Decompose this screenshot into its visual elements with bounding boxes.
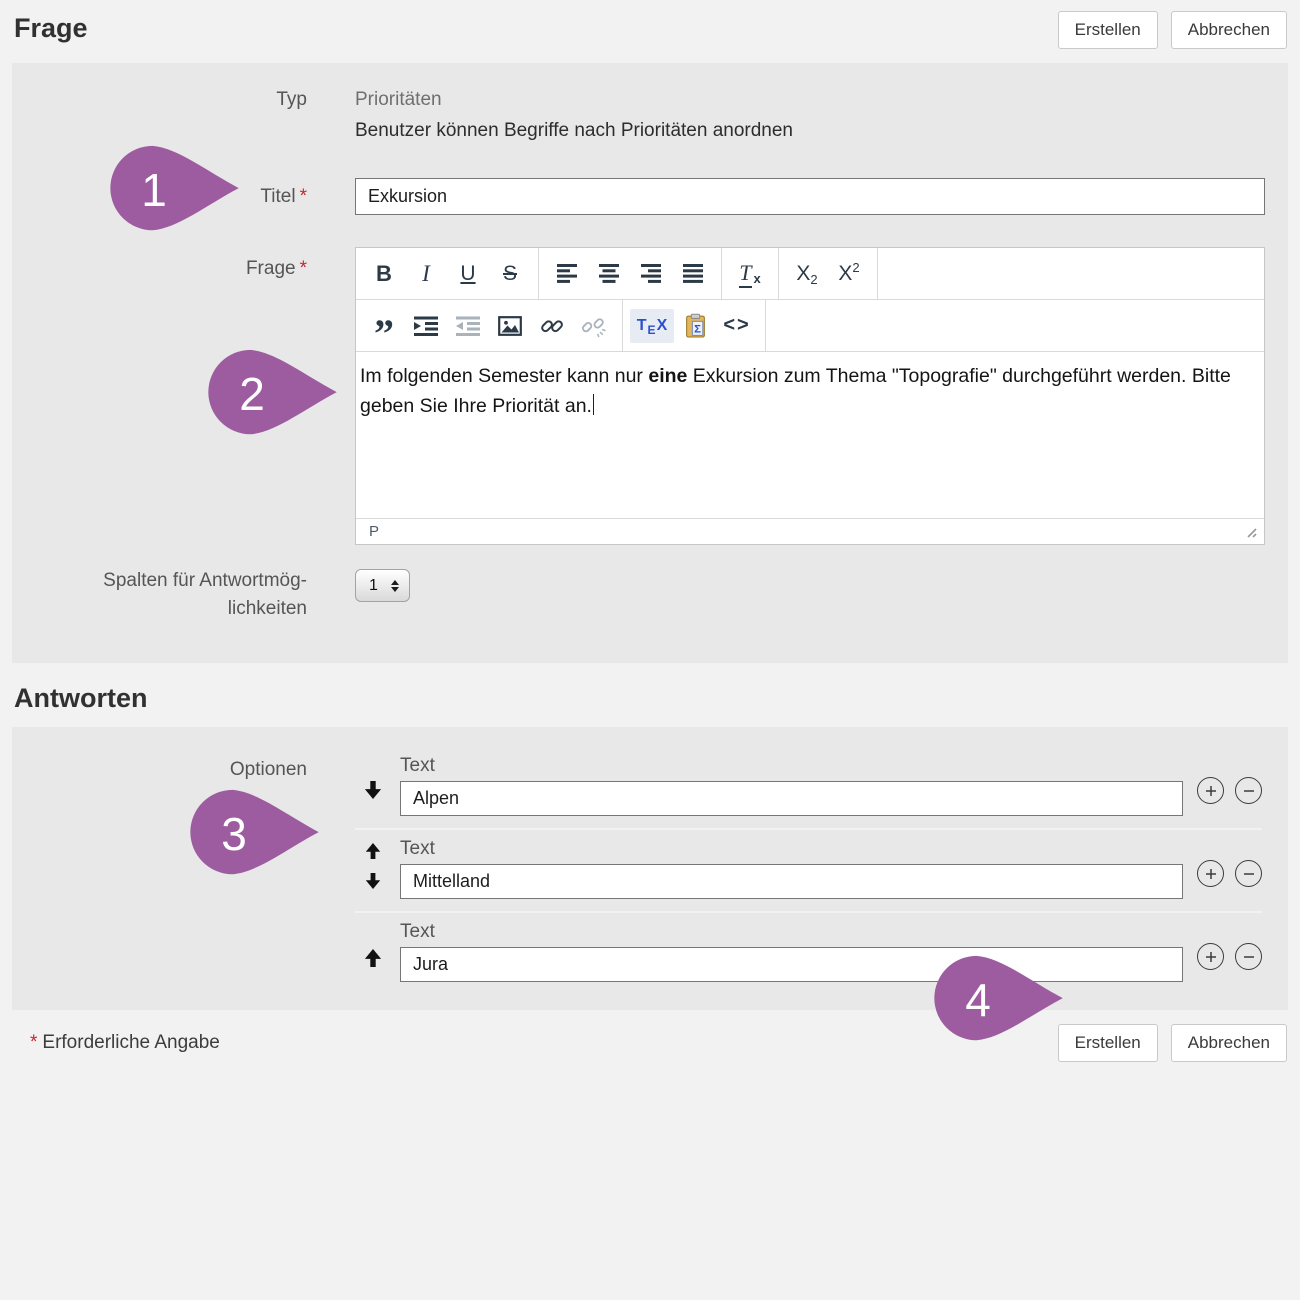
create-button-top[interactable]: Erstellen <box>1058 11 1158 49</box>
answers-panel: Optionen Text <box>12 727 1288 1010</box>
align-center-icon[interactable] <box>588 253 630 295</box>
text-cursor <box>593 394 595 415</box>
resize-handle-icon[interactable] <box>1244 525 1258 539</box>
cancel-button-top[interactable]: Abbrechen <box>1171 11 1287 49</box>
type-label: Typ <box>12 87 307 144</box>
required-asterisk: * <box>300 186 307 207</box>
required-note: *Erforderliche Angabe <box>30 1032 220 1054</box>
option-input-2[interactable] <box>400 864 1183 899</box>
question-form-panel: Typ Prioritäten Benutzer können Begriffe… <box>12 63 1288 663</box>
align-left-icon[interactable] <box>546 253 588 295</box>
remove-option-icon[interactable] <box>1235 777 1262 804</box>
footer-button-group: Erstellen Abbrechen <box>1058 1024 1287 1062</box>
columns-row: Spalten für Antwortmög- lichkeiten 1 <box>12 567 1288 623</box>
remove-option-icon[interactable] <box>1235 860 1262 887</box>
remove-format-icon[interactable]: Tx <box>729 253 771 295</box>
move-down-icon[interactable] <box>365 872 381 890</box>
select-spinner-icon <box>391 580 399 592</box>
bold-icon[interactable]: B <box>363 253 405 295</box>
create-button-bottom[interactable]: Erstellen <box>1058 1024 1158 1062</box>
subscript-icon[interactable]: X2 <box>786 253 828 295</box>
rich-text-editor: B I U S <box>355 247 1265 545</box>
indent-icon[interactable] <box>405 305 447 347</box>
paste-icon[interactable]: Σ <box>674 305 716 347</box>
page-title: Frage <box>14 13 88 44</box>
remove-option-icon[interactable] <box>1235 943 1262 970</box>
option-input-3[interactable] <box>400 947 1183 982</box>
columns-label: Spalten für Antwortmög- lichkeiten <box>12 567 307 623</box>
title-label: Titel* <box>12 184 307 210</box>
add-option-icon[interactable] <box>1197 777 1224 804</box>
question-text: Im folgenden Semester kann nur <box>360 365 648 387</box>
superscript-icon[interactable]: X2 <box>828 253 870 295</box>
editor-toolbar-row-1: B I U S <box>356 248 1264 300</box>
unlink-icon[interactable] <box>573 305 615 347</box>
move-up-icon[interactable] <box>365 842 381 860</box>
type-value: Prioritäten <box>355 87 1265 113</box>
required-asterisk: * <box>30 1032 37 1053</box>
italic-icon[interactable]: I <box>405 253 447 295</box>
outdent-icon[interactable] <box>447 305 489 347</box>
image-icon[interactable] <box>489 305 531 347</box>
add-option-icon[interactable] <box>1197 943 1224 970</box>
question-row: Frage* B I U S <box>12 247 1288 545</box>
columns-select[interactable]: 1 <box>355 569 410 602</box>
header-button-group: Erstellen Abbrechen <box>1058 11 1287 49</box>
type-row: Typ Prioritäten Benutzer können Begriffe… <box>12 87 1288 144</box>
move-up-icon[interactable] <box>364 948 382 968</box>
columns-select-value: 1 <box>369 577 378 595</box>
option-text-label: Text <box>400 921 1183 943</box>
underline-icon[interactable]: U <box>447 253 489 295</box>
blockquote-icon[interactable]: ” <box>363 305 405 347</box>
footer: *Erforderliche Angabe Erstellen Abbreche… <box>0 1010 1300 1062</box>
answers-title: Antworten <box>14 683 1286 714</box>
required-asterisk: * <box>300 258 307 279</box>
option-input-1[interactable] <box>400 781 1183 816</box>
tex-icon[interactable]: TEX <box>630 309 674 343</box>
option-text-label: Text <box>400 838 1183 860</box>
align-justify-icon[interactable] <box>672 253 714 295</box>
element-path: P <box>369 523 379 540</box>
move-down-icon[interactable] <box>364 780 382 800</box>
cancel-button-bottom[interactable]: Abbrechen <box>1171 1024 1287 1062</box>
question-text-area[interactable]: Im folgenden Semester kann nur eine Exku… <box>356 352 1264 518</box>
title-input[interactable] <box>355 178 1265 215</box>
question-text-bold: eine <box>648 365 687 387</box>
option-row: Text <box>12 911 1288 994</box>
options-label: Optionen <box>12 747 307 828</box>
question-editor-page: Frage Erstellen Abbrechen Typ Prioritäte… <box>0 0 1300 1300</box>
svg-text:Σ: Σ <box>694 323 701 335</box>
question-label: Frage* <box>12 247 307 545</box>
option-text-label: Text <box>400 755 1183 777</box>
align-right-icon[interactable] <box>630 253 672 295</box>
option-row: Text <box>12 828 1288 911</box>
editor-statusbar: P <box>356 518 1264 544</box>
type-description: Benutzer können Begriffe nach Prioritäte… <box>355 118 1265 144</box>
strikethrough-icon[interactable]: S <box>489 253 531 295</box>
code-icon[interactable]: <> <box>716 305 758 347</box>
title-row: Titel* <box>12 178 1288 215</box>
option-row: Optionen Text <box>12 747 1288 828</box>
header: Frage Erstellen Abbrechen <box>0 0 1300 49</box>
editor-toolbar-row-2: ” <box>356 300 1264 352</box>
add-option-icon[interactable] <box>1197 860 1224 887</box>
link-icon[interactable] <box>531 305 573 347</box>
